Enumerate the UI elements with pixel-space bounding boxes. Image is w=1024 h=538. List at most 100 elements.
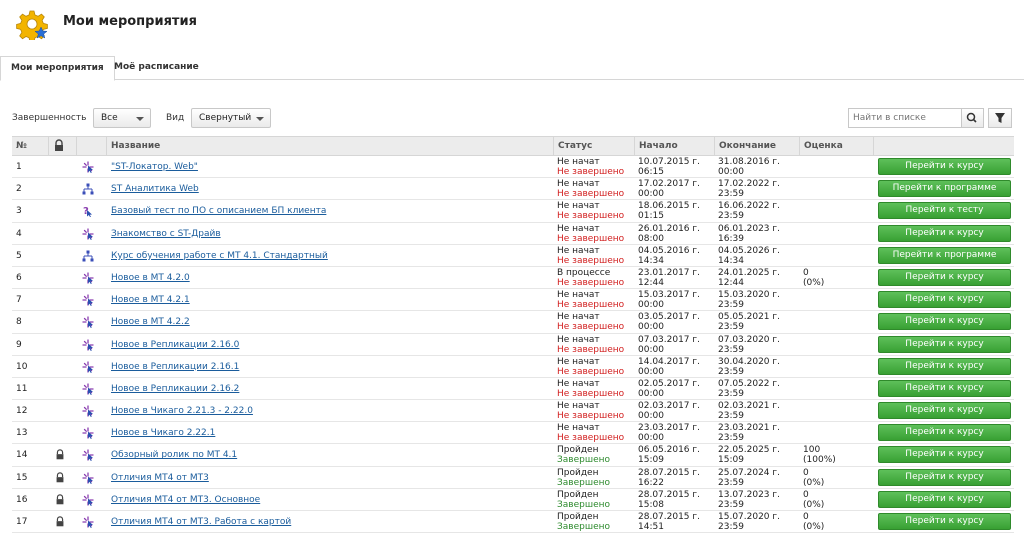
event-name-link[interactable]: Новое в Чикаго 2.22.1 xyxy=(111,428,215,438)
event-name-link[interactable]: Новое в Репликации 2.16.1 xyxy=(111,362,239,372)
end-date: 05.05.2021 г. xyxy=(718,312,780,323)
table-header: № Название Статус Начало Окончание Оценк… xyxy=(12,136,1014,156)
header-grade[interactable]: Оценка xyxy=(799,137,873,155)
go-to-button[interactable]: Перейти к курсу xyxy=(878,490,1011,508)
start-cell: 28.07.2015 г. 15:08 xyxy=(638,490,700,510)
event-name-link[interactable]: Курс обучения работе с МТ 4.1. Стандартн… xyxy=(111,251,328,261)
grade-cell: 100 (100%) xyxy=(803,445,836,465)
start-time: 00:00 xyxy=(638,344,664,355)
header-num[interactable]: № xyxy=(12,137,48,155)
view-select[interactable]: Свернутый xyxy=(191,108,271,128)
status-cell: Не начат Не завершено xyxy=(557,312,624,332)
go-to-button[interactable]: Перейти к тесту xyxy=(878,202,1011,220)
event-name-link[interactable]: Отличия МТ4 от МТ3. Основное xyxy=(111,495,260,505)
go-to-button[interactable]: Перейти к курсу xyxy=(878,513,1011,530)
completion-state: Не завершено xyxy=(557,300,625,311)
header-type[interactable] xyxy=(76,137,106,155)
grade-value: 0 xyxy=(803,267,809,278)
end-date: 17.02.2022 г. xyxy=(718,179,780,190)
go-to-button[interactable]: Перейти к курсу xyxy=(878,424,1011,442)
go-to-button[interactable]: Перейти к курсу xyxy=(878,224,1011,242)
start-time: 06:15 xyxy=(638,167,664,177)
go-to-button[interactable]: Перейти к курсу xyxy=(878,313,1011,331)
go-to-button[interactable]: Перейти к курсу xyxy=(878,268,1011,286)
course-icon xyxy=(82,494,94,509)
course-icon xyxy=(82,272,94,287)
header-name[interactable]: Название xyxy=(106,137,553,155)
start-cell: 10.07.2015 г. 06:15 xyxy=(638,157,700,177)
grade-cell: 0 (0%) xyxy=(803,490,824,510)
row-number: 11 xyxy=(16,383,28,394)
tab-my-events[interactable]: Мои мероприятия xyxy=(0,56,115,81)
course-icon xyxy=(82,516,94,531)
filter-button[interactable] xyxy=(988,108,1012,128)
event-name-link[interactable]: Новое в Чикаго 2.21.3 - 2.22.0 xyxy=(111,406,253,416)
go-to-button[interactable]: Перейти к курсу xyxy=(878,402,1011,420)
event-name-link[interactable]: Новое в МТ 4.2.2 xyxy=(111,317,190,327)
event-name-link[interactable]: Знакомство с ST-Драйв xyxy=(111,229,221,239)
completion-state: Не завершено xyxy=(557,167,625,177)
course-icon xyxy=(82,449,94,464)
table-row: 14 Обзорный ролик по МТ 4.1 Пройден Заверше… xyxy=(12,444,1014,467)
row-number: 13 xyxy=(16,428,28,439)
end-cell: 04.05.2026 г. 14:34 xyxy=(718,246,780,266)
completion-state: Не завершено xyxy=(557,411,625,422)
header-end[interactable]: Окончание xyxy=(714,137,799,155)
event-name-link[interactable]: Отличия МТ4 от МТ3. Работа с картой xyxy=(111,517,291,527)
grade-percent: (0%) xyxy=(803,522,825,532)
event-name-link[interactable]: Новое в МТ 4.2.1 xyxy=(111,295,190,305)
row-number: 10 xyxy=(16,361,28,372)
status-text: Пройден xyxy=(557,467,599,478)
header-status[interactable]: Статус xyxy=(553,137,634,155)
start-cell: 17.02.2017 г. 00:00 xyxy=(638,179,700,199)
status-cell: Пройден Завершено xyxy=(557,512,610,532)
event-name-link[interactable]: Новое в Репликации 2.16.0 xyxy=(111,340,239,350)
go-to-button[interactable]: Перейти к программе xyxy=(878,246,1011,264)
search-input[interactable] xyxy=(849,109,959,127)
start-time: 16:22 xyxy=(638,477,664,488)
start-cell: 06.05.2016 г. 15:09 xyxy=(638,445,700,465)
end-date: 02.03.2021 г. xyxy=(718,401,780,412)
status-cell: Не начат Не завершено xyxy=(557,224,624,244)
go-to-button[interactable]: Перейти к курсу xyxy=(878,335,1011,353)
go-to-button[interactable]: Перейти к курсу xyxy=(878,158,1011,175)
go-to-button[interactable]: Перейти к курсу xyxy=(878,357,1011,375)
status-text: Не начат xyxy=(557,423,600,434)
table-row: 10 Новое в Репликации 2.16.1 Не начат Не за… xyxy=(12,356,1014,378)
start-date: 02.03.2017 г. xyxy=(638,401,700,412)
course-icon xyxy=(82,383,94,398)
go-to-button[interactable]: Перейти к курсу xyxy=(878,468,1011,486)
completion-state: Завершено xyxy=(557,522,611,532)
search-button[interactable] xyxy=(961,109,983,127)
completion-state: Не завершено xyxy=(557,433,625,444)
completion-value: Все xyxy=(101,113,118,123)
event-name-link[interactable]: "ST-Локатор. Web" xyxy=(111,162,198,172)
go-to-button[interactable]: Перейти к курсу xyxy=(878,291,1011,309)
tab-my-schedule[interactable]: Моё расписание xyxy=(104,56,209,81)
course-icon xyxy=(82,294,94,309)
go-to-button[interactable]: Перейти к курсу xyxy=(878,379,1011,397)
event-name-link[interactable]: Отличия МТ4 от МТ3 xyxy=(111,473,209,483)
view-label: Вид xyxy=(166,113,185,123)
start-date: 03.05.2017 г. xyxy=(638,312,700,323)
header-lock[interactable] xyxy=(48,137,76,155)
start-time: 00:00 xyxy=(638,322,664,333)
lock-icon xyxy=(54,471,66,487)
event-name-link[interactable]: ST Аналитика Web xyxy=(111,184,199,194)
start-cell: 26.01.2016 г. 08:00 xyxy=(638,224,700,244)
table-row: 1 "ST-Локатор. Web" Не начат Не завершено 10… xyxy=(12,156,1014,179)
go-to-button[interactable]: Перейти к программе xyxy=(878,180,1011,198)
completion-select[interactable]: Все xyxy=(93,108,151,128)
go-to-button[interactable]: Перейти к курсу xyxy=(878,446,1011,464)
end-date: 13.07.2023 г. xyxy=(718,489,780,500)
event-name-link[interactable]: Обзорный ролик по МТ 4.1 xyxy=(111,450,237,460)
status-cell: Пройден Завершено xyxy=(557,468,610,488)
event-name-link[interactable]: Базовый тест по ПО с описанием БП клиент… xyxy=(111,206,326,216)
header-start[interactable]: Начало xyxy=(634,137,714,155)
event-name-link[interactable]: Новое в МТ 4.2.0 xyxy=(111,273,190,283)
start-time: 15:08 xyxy=(638,499,664,510)
event-name-link[interactable]: Новое в Репликации 2.16.2 xyxy=(111,384,239,394)
filter-icon xyxy=(995,113,1005,123)
status-text: Пройден xyxy=(557,512,599,522)
start-cell: 23.01.2017 г. 12:44 xyxy=(638,268,700,288)
